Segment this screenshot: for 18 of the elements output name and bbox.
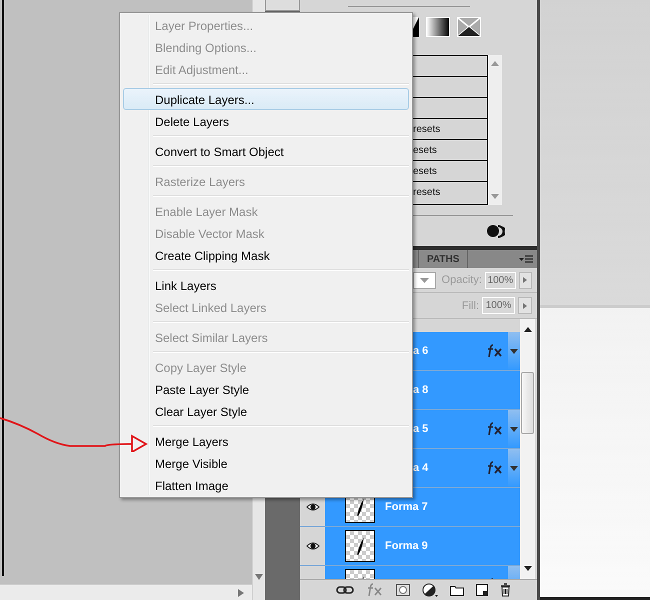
layer-name: a 6 xyxy=(413,345,428,357)
menu-item[interactable]: Merge Visible xyxy=(123,452,409,474)
menu-item[interactable]: Paste Layer Style xyxy=(123,378,409,400)
layer-name: Forma 9 xyxy=(385,540,428,552)
layer-name: a 8 xyxy=(413,384,428,396)
menu-item[interactable]: Clear Layer Style xyxy=(123,400,409,422)
menu-item[interactable]: Merge Layers xyxy=(123,430,409,452)
menu-item[interactable]: Link Layers xyxy=(123,274,409,296)
opacity-field[interactable]: 100% xyxy=(484,272,516,288)
layer-name: a 4 xyxy=(413,462,428,474)
panel-tab[interactable]: PATHS xyxy=(418,250,468,268)
fill-field[interactable]: 100% xyxy=(482,297,515,314)
menu-item[interactable]: Duplicate Layers... xyxy=(123,88,409,110)
menu-item[interactable]: Create Clipping Mask xyxy=(123,244,409,266)
layer-name: Forma 7 xyxy=(385,501,428,513)
layer-name: a 5 xyxy=(413,423,428,435)
fill-label: Fill: xyxy=(462,300,479,312)
opacity-label: Opacity: xyxy=(442,274,482,286)
